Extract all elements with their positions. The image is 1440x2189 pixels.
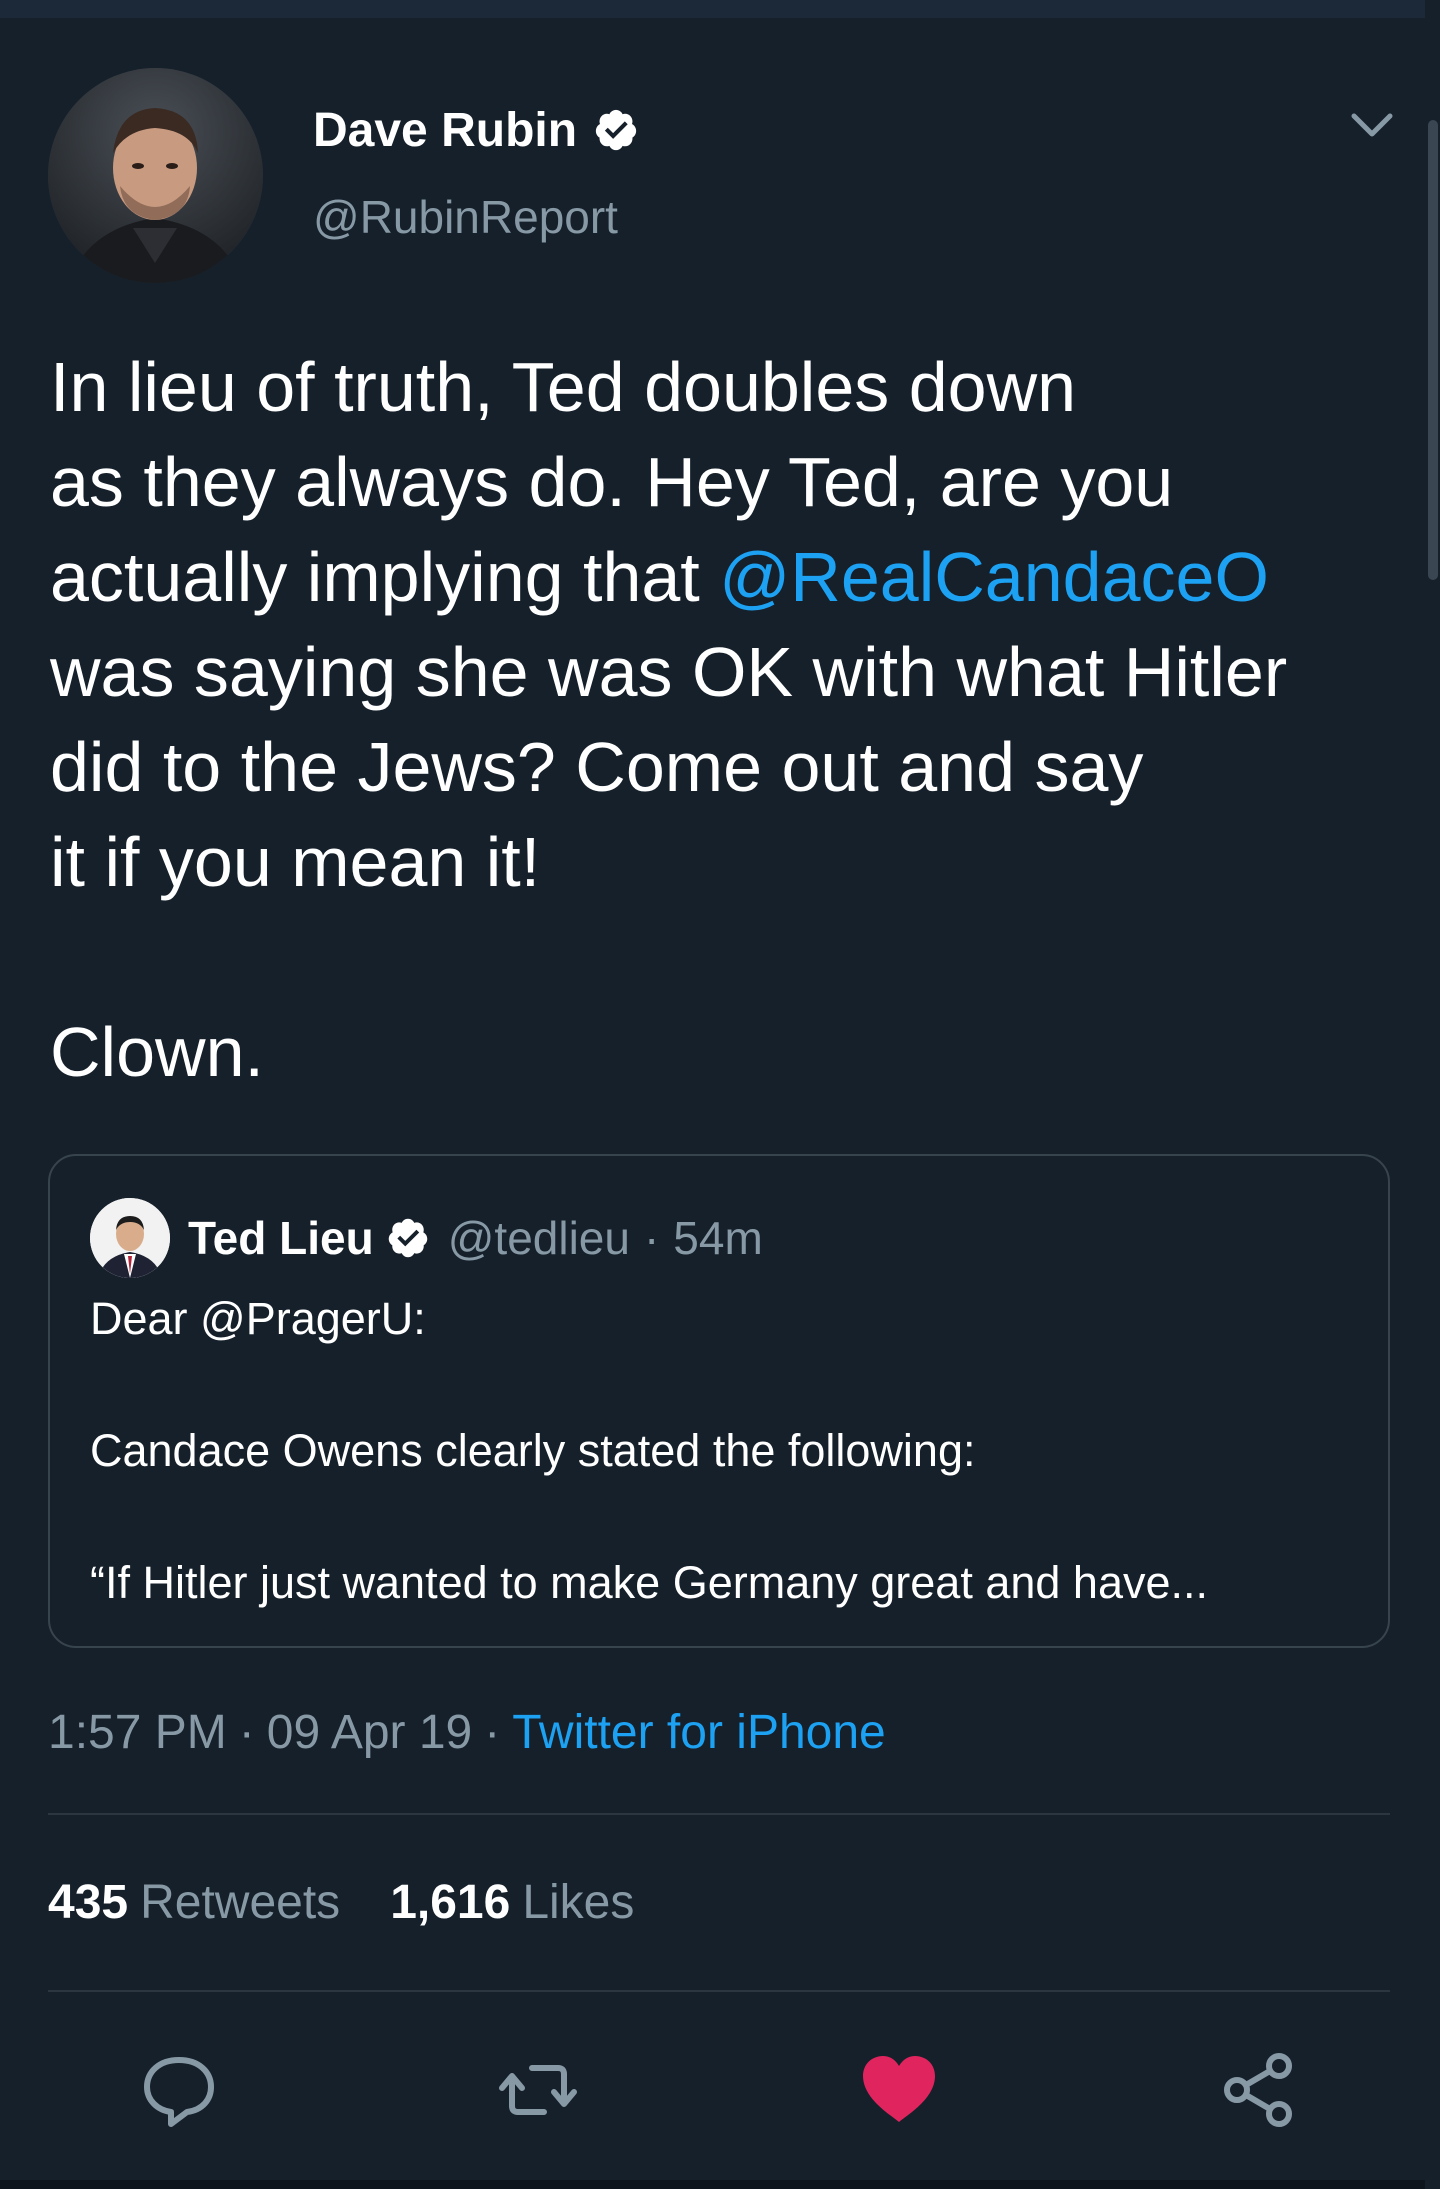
- tweet-text-line: it if you mean it!: [50, 823, 541, 901]
- tweet-text-line: was saying she was OK with what Hitler: [50, 633, 1288, 711]
- likes-count: 1,616: [390, 1876, 511, 1929]
- scrollbar-thumb[interactable]: [1428, 120, 1438, 580]
- quoted-tweet-header: Ted Lieu @tedlieu · 54m: [188, 1208, 763, 1268]
- quoted-tweet-card[interactable]: Ted Lieu @tedlieu · 54m Dear @PragerU: C…: [48, 1154, 1390, 1648]
- verified-badge-icon: [595, 109, 637, 151]
- quoted-author-handle: @tedlieu: [447, 1212, 630, 1264]
- quoted-author-avatar-image: [90, 1198, 170, 1278]
- likes-stat[interactable]: 1,616 Likes: [390, 1876, 634, 1929]
- tweet-time: 1:57 PM: [48, 1706, 227, 1759]
- tweet-text-segment: actually implying that: [50, 538, 720, 616]
- author-name[interactable]: Dave Rubin: [313, 103, 577, 158]
- tweet-text: In lieu of truth, Ted doubles down as th…: [50, 340, 1400, 910]
- retweets-label: Retweets: [140, 1876, 341, 1929]
- quoted-author-name: Ted Lieu: [188, 1212, 374, 1264]
- share-icon[interactable]: [1219, 2050, 1299, 2130]
- quoted-author-avatar: [90, 1198, 170, 1278]
- retweet-icon[interactable]: [498, 2050, 578, 2130]
- author-avatar[interactable]: [48, 68, 263, 283]
- mention-link[interactable]: @RealCandaceO: [719, 538, 1269, 616]
- tweet-text-line: In lieu of truth, Ted doubles down: [50, 348, 1077, 426]
- verified-badge-icon: [388, 1218, 427, 1258]
- tweet-closing-text: Clown.: [50, 1013, 264, 1091]
- quoted-text-line: Candace Owens clearly stated the followi…: [90, 1425, 976, 1476]
- divider: [48, 1990, 1390, 1992]
- quoted-tweet-time: 54m: [673, 1212, 763, 1264]
- tweet-text-line: actually implying that @RealCandaceO: [50, 530, 1400, 625]
- tweet-date: 09 Apr 19: [266, 1706, 473, 1759]
- reply-icon[interactable]: [139, 2050, 219, 2130]
- quoted-tweet-text: Dear @PragerU: Candace Owens clearly sta…: [90, 1286, 1360, 1616]
- tweet-text-line: did to the Jews? Come out and say: [50, 728, 1144, 806]
- tweet-source-link[interactable]: Twitter for iPhone: [512, 1706, 886, 1759]
- author-name-row[interactable]: Dave Rubin: [313, 100, 639, 160]
- bottom-divider: [0, 2180, 1425, 2189]
- separator-dot: ·: [484, 1706, 501, 1759]
- author-handle[interactable]: @RubinReport: [313, 190, 618, 244]
- retweets-count: 435: [48, 1876, 129, 1929]
- divider: [48, 1813, 1390, 1815]
- retweets-stat[interactable]: 435 Retweets: [48, 1876, 340, 1929]
- quoted-text-line: “If Hitler just wanted to make Germany g…: [90, 1557, 1209, 1608]
- top-status-strip: [0, 0, 1425, 18]
- tweet-stats: 435 Retweets 1,616 Likes: [48, 1875, 634, 1930]
- separator-dot: ·: [238, 1706, 255, 1759]
- author-avatar-image: [48, 68, 263, 283]
- chevron-down-icon[interactable]: [1350, 108, 1394, 144]
- separator-dot: ·: [643, 1212, 660, 1264]
- quoted-text-line: Dear @PragerU:: [90, 1293, 426, 1344]
- tweet-meta: 1:57 PM · 09 Apr 19 · Twitter for iPhone: [48, 1705, 886, 1760]
- likes-label: Likes: [522, 1876, 635, 1929]
- tweet-text-line: as they always do. Hey Ted, are you: [50, 443, 1174, 521]
- scrollbar[interactable]: [1425, 0, 1440, 2189]
- heart-icon[interactable]: [859, 2050, 939, 2130]
